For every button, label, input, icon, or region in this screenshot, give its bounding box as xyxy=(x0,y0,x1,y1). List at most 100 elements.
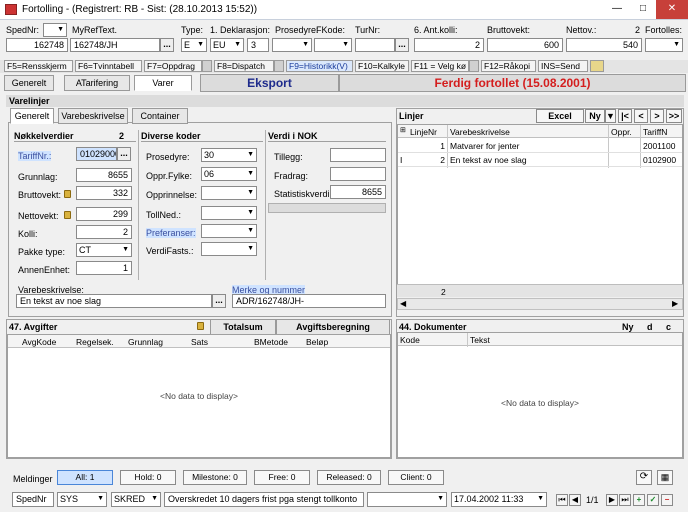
dok-d-button[interactable]: d xyxy=(647,322,653,332)
annenenhet-field[interactable]: 1 xyxy=(76,261,132,275)
myref-field[interactable]: 162748/JH xyxy=(70,38,160,52)
tab-vl-container[interactable]: Container xyxy=(132,108,188,124)
scroll-left-icon[interactable]: ◀ xyxy=(400,299,406,308)
excel-button[interactable]: Excel xyxy=(536,109,584,123)
fkey-f6[interactable]: F6=Tvinntabell xyxy=(75,60,142,72)
tab-generelt[interactable]: Generelt xyxy=(4,75,54,91)
pakketype-select[interactable]: CT xyxy=(76,243,132,257)
bruttovekt-field[interactable]: 600 xyxy=(487,38,563,52)
prev-record-button[interactable]: < xyxy=(634,109,648,123)
minimize-icon[interactable]: — xyxy=(604,0,630,19)
grunnlag-field[interactable]: 8655 xyxy=(76,168,132,182)
fkey-f10[interactable]: F10=Kalkyle xyxy=(355,60,409,72)
ny-button[interactable]: Ny xyxy=(585,109,605,123)
opprinnelse-select[interactable] xyxy=(201,186,257,200)
grid-view-icon[interactable]: ▦ xyxy=(657,470,673,485)
col-grunnlag[interactable]: Grunnlag xyxy=(128,337,163,347)
nav-first-icon[interactable]: ⏮ xyxy=(556,494,568,506)
fkey-f11-dropdown[interactable] xyxy=(469,60,479,72)
preferanser-select[interactable] xyxy=(201,224,257,238)
tab-atarifering[interactable]: ATarifering xyxy=(64,75,130,91)
col-tariffnr[interactable]: TariffN xyxy=(643,127,667,137)
fkey-f7[interactable]: F7=Oppdrag xyxy=(144,60,202,72)
next-record-button[interactable]: > xyxy=(650,109,664,123)
maximize-icon[interactable]: □ xyxy=(630,0,656,19)
check-icon[interactable]: ✓ xyxy=(647,494,659,506)
fkey-f11[interactable]: F11 = Velg kø xyxy=(411,60,469,72)
col-regelsek[interactable]: Regelsek. xyxy=(76,337,114,347)
spednr-select[interactable] xyxy=(43,23,67,37)
fkey-f12[interactable]: F12=Råkopi xyxy=(481,60,536,72)
col-tekst[interactable]: Tekst xyxy=(470,335,490,345)
totalsum-tab[interactable]: Totalsum xyxy=(210,319,276,335)
bottom-spednr-field[interactable]: SpedNr xyxy=(12,492,54,507)
tariffnr-field[interactable]: 01029000 xyxy=(76,147,117,161)
tariffnr-lookup-button[interactable]: ... xyxy=(117,147,131,161)
meldinger-client-button[interactable]: Client: 0 xyxy=(388,470,444,485)
meldinger-all-button[interactable]: All: 1 xyxy=(57,470,113,485)
fkey-f7-dropdown[interactable] xyxy=(202,60,212,72)
fortolles-select[interactable] xyxy=(645,38,683,52)
refresh-icon[interactable]: ⟳ xyxy=(636,470,652,485)
bottom-message-field[interactable]: Overskredet 10 dagers frist pga stengt t… xyxy=(164,492,364,507)
col-sats[interactable]: Sats xyxy=(191,337,208,347)
meldinger-hold-button[interactable]: Hold: 0 xyxy=(120,470,176,485)
prosedyre-select[interactable] xyxy=(272,38,312,52)
fkey-ins[interactable]: INS=Send xyxy=(538,60,588,72)
type-select[interactable]: E xyxy=(181,38,207,52)
dok-ny-button[interactable]: Ny xyxy=(622,322,634,332)
opprfylke-select[interactable]: 06 xyxy=(201,167,257,181)
tollned-select[interactable] xyxy=(201,206,257,220)
kolli-field[interactable]: 2 xyxy=(76,225,132,239)
chevron-down-icon[interactable]: ▼ xyxy=(605,109,616,123)
merke-field[interactable]: ADR/162748/JH- xyxy=(232,294,386,308)
col-belop[interactable]: Beløp xyxy=(306,337,328,347)
table-row[interactable]: 1 Matvarer for jenter 2001100 xyxy=(398,139,682,153)
fkode-select[interactable] xyxy=(314,38,352,52)
turnr-lookup-button[interactable]: ... xyxy=(395,38,409,52)
tillegg-field[interactable] xyxy=(330,148,386,162)
nettovekt-field[interactable]: 299 xyxy=(76,207,132,221)
first-record-button[interactable]: |< xyxy=(618,109,632,123)
nav-next-icon[interactable]: ▶ xyxy=(606,494,618,506)
turnr-field[interactable] xyxy=(355,38,395,52)
varebeskrivelse-lookup-button[interactable]: ... xyxy=(212,294,226,308)
myref-lookup-button[interactable]: ... xyxy=(160,38,174,52)
deklarasjon-select[interactable]: EU xyxy=(210,38,244,52)
col-linjenr[interactable]: LinjeNr xyxy=(410,127,437,137)
bruttovekt-line-field[interactable]: 332 xyxy=(76,186,132,200)
col-bmetode[interactable]: BMetode xyxy=(254,337,288,347)
table-row[interactable]: I 2 En tekst av noe slag 0102900 xyxy=(398,153,682,167)
meldinger-milestone-button[interactable]: Milestone: 0 xyxy=(183,470,247,485)
tab-vl-varebeskrivelse[interactable]: Varebeskrivelse xyxy=(58,108,128,124)
verdifasts-select[interactable] xyxy=(201,242,257,256)
bottom-sys-select[interactable]: SYS xyxy=(57,492,107,507)
fkey-f9[interactable]: F9=Historikk(V) xyxy=(286,60,353,72)
tab-varer[interactable]: Varer xyxy=(134,75,192,91)
fkey-f5[interactable]: F5=Rensskjerm xyxy=(4,60,73,72)
meldinger-free-button[interactable]: Free: 0 xyxy=(254,470,310,485)
linjer-hscroll[interactable]: ◀ ▶ xyxy=(397,298,683,310)
avgiftsberegning-tab[interactable]: Avgiftsberegning xyxy=(276,319,390,335)
dok-c-button[interactable]: c xyxy=(666,322,671,332)
antkolli-field[interactable]: 2 xyxy=(414,38,484,52)
col-varebeskrivelse[interactable]: Varebeskrivelse xyxy=(450,127,510,137)
nettov-field[interactable]: 540 xyxy=(566,38,642,52)
close-icon[interactable]: ✕ xyxy=(656,0,688,19)
statistisk-field[interactable]: 8655 xyxy=(330,185,386,199)
col-avgkode[interactable]: AvgKode xyxy=(22,337,56,347)
add-icon[interactable]: + xyxy=(633,494,645,506)
bottom-date-select[interactable]: 17.04.2002 11:33 xyxy=(451,492,547,507)
last-record-button[interactable]: >> xyxy=(666,109,682,123)
bottom-filter-select[interactable] xyxy=(367,492,447,507)
remove-icon[interactable]: − xyxy=(661,494,673,506)
varebeskrivelse-field[interactable]: En tekst av noe slag xyxy=(16,294,212,308)
fkey-f8-dropdown[interactable] xyxy=(274,60,284,72)
fradrag-field[interactable] xyxy=(330,167,386,181)
pencil-icon[interactable] xyxy=(590,60,604,72)
col-kode[interactable]: Kode xyxy=(400,335,420,345)
deklarasjon-field[interactable]: 3 xyxy=(247,38,269,52)
meldinger-released-button[interactable]: Released: 0 xyxy=(317,470,381,485)
nav-last-icon[interactable]: ⏭ xyxy=(619,494,631,506)
div-prosedyre-select[interactable]: 30 xyxy=(201,148,257,162)
